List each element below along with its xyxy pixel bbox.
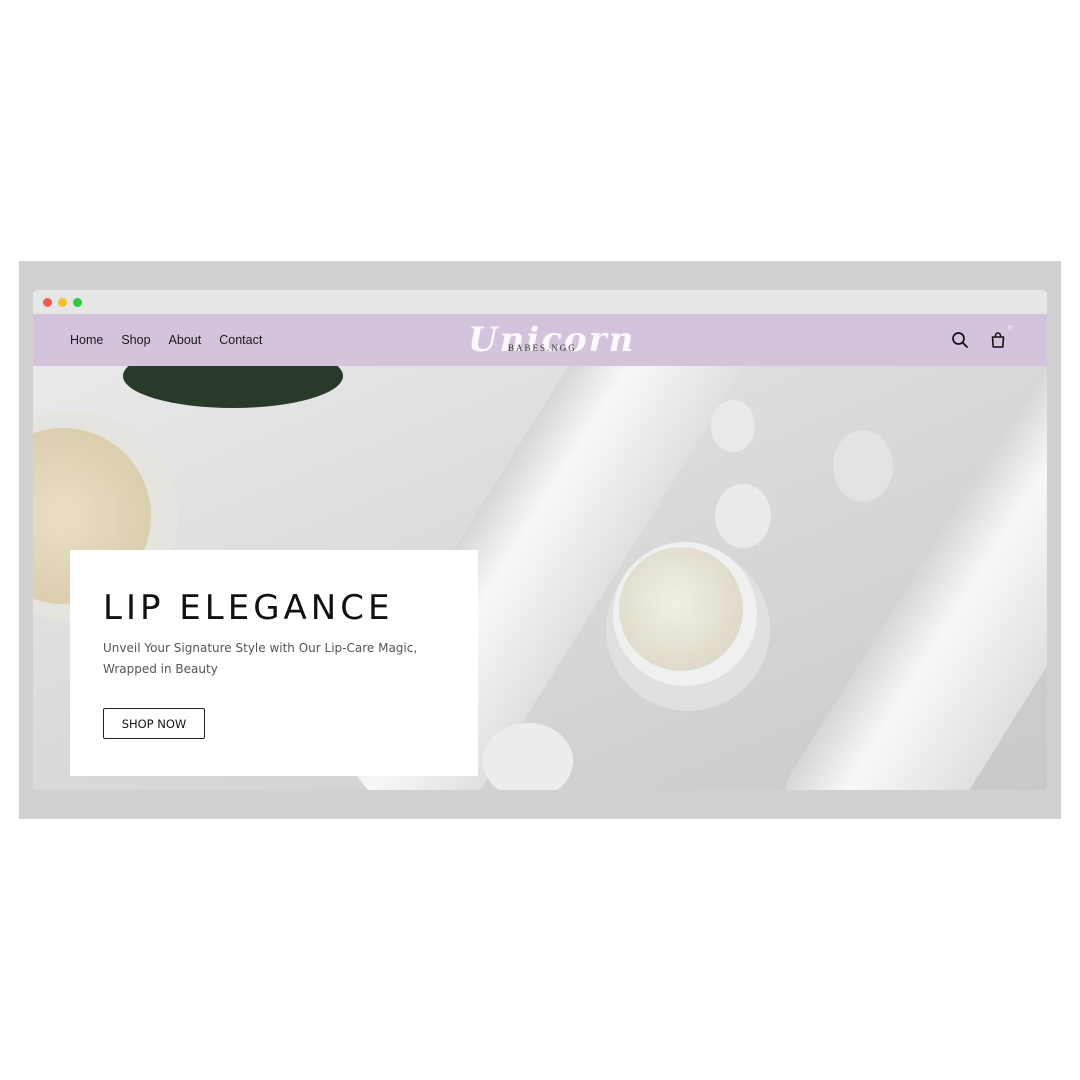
nav-link-home[interactable]: Home bbox=[70, 333, 103, 347]
header-actions: 0 bbox=[951, 314, 1012, 366]
shopping-bag-icon[interactable]: 0 bbox=[989, 325, 1012, 349]
close-window-dot[interactable] bbox=[43, 298, 52, 307]
hero-banner: LIP ELEGANCE Unveil Your Signature Style… bbox=[33, 366, 1047, 790]
shop-now-button[interactable]: SHOP NOW bbox=[103, 708, 205, 739]
hero-card: LIP ELEGANCE Unveil Your Signature Style… bbox=[70, 550, 478, 776]
nav-link-about[interactable]: About bbox=[169, 333, 202, 347]
main-nav: Home Shop About Contact bbox=[70, 314, 262, 366]
nav-link-shop[interactable]: Shop bbox=[121, 333, 150, 347]
minimize-window-dot[interactable] bbox=[58, 298, 67, 307]
logo-script-text: Unicorn bbox=[468, 320, 636, 360]
hero-subtitle: Unveil Your Signature Style with Our Lip… bbox=[103, 641, 418, 676]
site-header: Home Shop About Contact Unicorn BABES.NG… bbox=[33, 314, 1047, 366]
mockup-frame: Home Shop About Contact Unicorn BABES.NG… bbox=[19, 261, 1061, 819]
logo-subtext: BABES.NGG bbox=[508, 343, 577, 353]
maximize-window-dot[interactable] bbox=[73, 298, 82, 307]
nav-link-contact[interactable]: Contact bbox=[219, 333, 262, 347]
brand-logo[interactable]: Unicorn BABES.NGG bbox=[468, 318, 633, 362]
browser-window: Home Shop About Contact Unicorn BABES.NG… bbox=[33, 290, 1047, 790]
browser-titlebar bbox=[33, 290, 1047, 314]
hero-title: LIP ELEGANCE bbox=[103, 588, 394, 628]
cart-count-badge: 0 bbox=[1008, 325, 1012, 332]
search-icon[interactable] bbox=[951, 331, 969, 349]
